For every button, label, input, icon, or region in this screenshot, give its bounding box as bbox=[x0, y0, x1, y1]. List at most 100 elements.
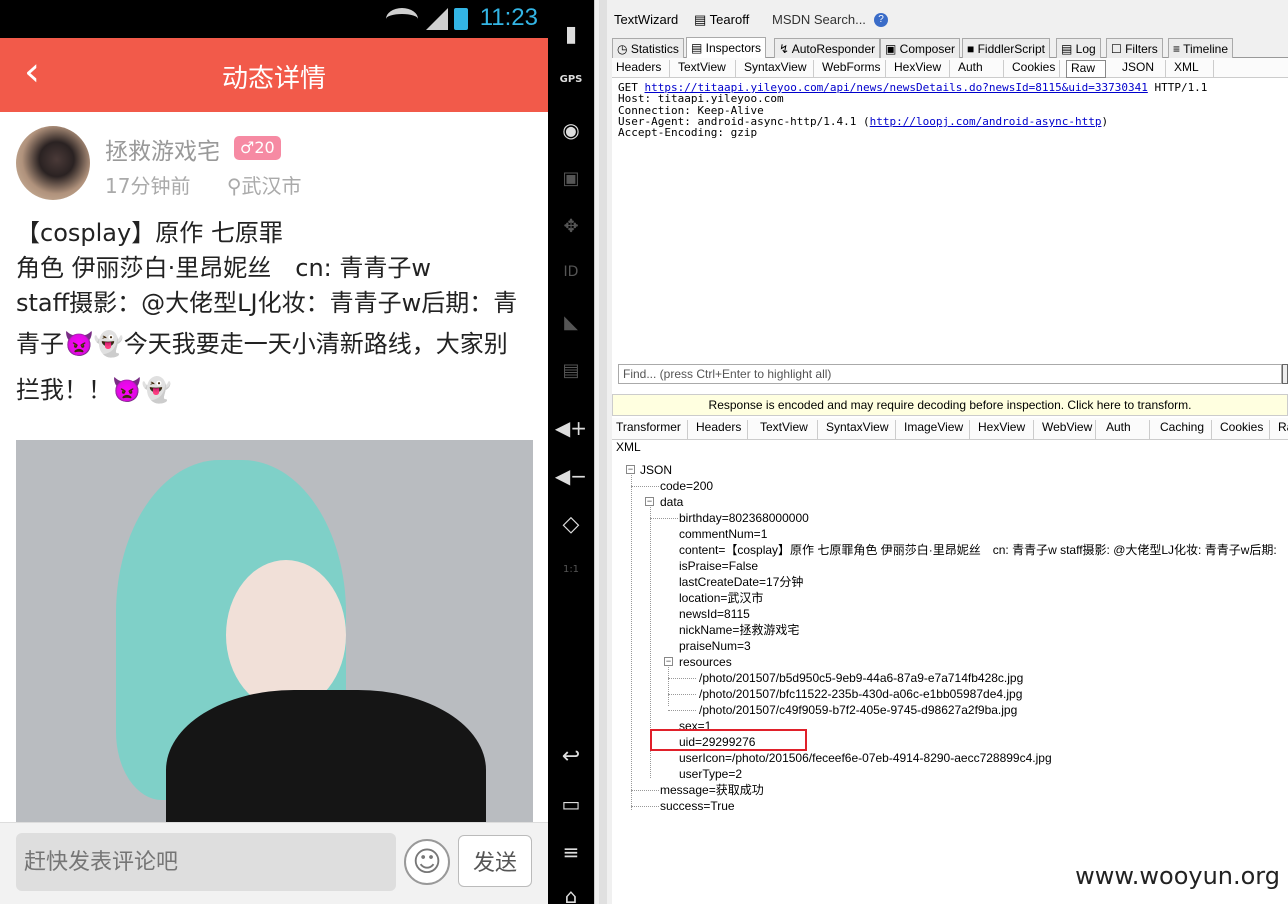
req-tab-auth[interactable]: Auth bbox=[954, 60, 1004, 78]
raw-user-agent-link[interactable]: http://loopj.com/android-async-http bbox=[870, 115, 1102, 128]
author-nickname[interactable]: 拯救游戏宅 bbox=[105, 132, 220, 166]
tab-inspectors[interactable]: ▤ Inspectors bbox=[686, 37, 767, 58]
resp-tab-caching[interactable]: Caching bbox=[1156, 420, 1212, 440]
tab-fiddlerscript[interactable]: ■ FiddlerScript bbox=[962, 38, 1050, 58]
resp-tab-syntaxview[interactable]: SyntaxView bbox=[822, 420, 896, 440]
resp-tab-auth[interactable]: Auth bbox=[1102, 420, 1150, 440]
camera-icon[interactable]: ◉ bbox=[548, 118, 594, 142]
req-tab-cookies[interactable]: Cookies bbox=[1008, 60, 1060, 78]
req-tab-hexview[interactable]: HexView bbox=[890, 60, 950, 78]
collapse-icon[interactable]: − bbox=[664, 657, 673, 666]
resp-tab-headers[interactable]: Headers bbox=[692, 420, 748, 440]
scrollbar[interactable] bbox=[594, 0, 612, 904]
back-icon[interactable]: ↩ bbox=[548, 744, 594, 769]
dpad-icon[interactable]: ✥ bbox=[548, 216, 594, 237]
req-tab-xml[interactable]: XML bbox=[1170, 60, 1214, 78]
level-badge: ♂20 bbox=[234, 136, 281, 160]
decode-notice[interactable]: Response is encoded and may require deco… bbox=[612, 394, 1288, 416]
content-line: 角色 伊丽莎白·里昂妮丝 cn: 青青子w bbox=[16, 254, 432, 282]
scale-button[interactable]: 1:1 bbox=[548, 564, 594, 575]
tree-connector bbox=[668, 694, 696, 695]
resp-tab-cookies[interactable]: Cookies bbox=[1216, 420, 1270, 440]
uid-highlight-box bbox=[650, 729, 807, 751]
content-line: 【cosplay】原作 七原罪 bbox=[16, 219, 283, 247]
find-button[interactable] bbox=[1282, 364, 1288, 384]
tree-node-success[interactable]: success=True bbox=[660, 799, 735, 813]
tearoff-button[interactable]: ▤ Tearoff bbox=[694, 12, 749, 28]
collapse-icon[interactable]: − bbox=[626, 465, 635, 474]
clapper-icon[interactable]: ▣ bbox=[548, 168, 594, 189]
tab-composer[interactable]: ▣ Composer bbox=[880, 38, 961, 58]
tree-node-ispraise[interactable]: isPraise=False bbox=[679, 559, 758, 573]
checkbox-icon: ☐ bbox=[1111, 42, 1126, 56]
post-content: 【cosplay】原作 七原罪 角色 伊丽莎白·里昂妮丝 cn: 青青子w st… bbox=[0, 208, 548, 413]
req-tab-raw[interactable]: Raw bbox=[1066, 60, 1106, 78]
phone-screen: 11:23 ‹ 动态详情 拯救游戏宅 ♂20 17分钟前 ⚲武汉市 【cospl… bbox=[0, 0, 548, 904]
req-tab-webforms[interactable]: WebForms bbox=[818, 60, 886, 78]
tree-node-location[interactable]: location=武汉市 bbox=[679, 591, 763, 605]
collapse-icon[interactable]: − bbox=[645, 497, 654, 506]
tree-node-resource[interactable]: /photo/201507/bfc11522-235b-430d-a06c-e1… bbox=[699, 687, 1022, 701]
tree-node-data[interactable]: data bbox=[660, 495, 683, 509]
help-icon[interactable]: ? bbox=[874, 13, 888, 27]
resp-tab-hexview[interactable]: HexView bbox=[974, 420, 1034, 440]
rss-icon[interactable]: ◣ bbox=[548, 312, 594, 333]
resp-tab-imageview[interactable]: ImageView bbox=[900, 420, 970, 440]
resp-tab-transformer[interactable]: Transformer bbox=[612, 420, 688, 440]
tab-log[interactable]: ▤ Log bbox=[1056, 38, 1101, 58]
scrollbar-track[interactable] bbox=[599, 0, 607, 904]
tree-node-nickname[interactable]: nickName=拯救游戏宅 bbox=[679, 623, 799, 637]
tab-autoresponder[interactable]: ↯ AutoResponder bbox=[774, 38, 881, 58]
menu-icon[interactable]: ≡ bbox=[548, 840, 594, 864]
raw-request-text[interactable]: GET https://titaapi.yileyoo.com/api/news… bbox=[618, 82, 1286, 362]
tab-statistics[interactable]: ◷ Statistics bbox=[612, 38, 684, 58]
tree-node-code[interactable]: code=200 bbox=[660, 479, 713, 493]
emoji-icon[interactable]: ☺ bbox=[404, 839, 450, 885]
send-button[interactable]: 发送 bbox=[458, 835, 532, 887]
tree-node-praisenum[interactable]: praiseNum=3 bbox=[679, 639, 751, 653]
tab-filters[interactable]: ☐ Filters bbox=[1106, 38, 1163, 58]
tree-node-newsid[interactable]: newsId=8115 bbox=[679, 607, 750, 621]
gps-button[interactable]: GPS bbox=[548, 74, 594, 85]
recents-icon[interactable]: ▭ bbox=[548, 792, 594, 816]
req-tab-syntaxview[interactable]: SyntaxView bbox=[740, 60, 814, 78]
rotate-icon[interactable]: ◇ bbox=[548, 512, 594, 537]
tree-node-usericon[interactable]: userIcon=/photo/201506/feceef6e-07eb-491… bbox=[679, 751, 1052, 765]
find-input[interactable]: Find... (press Ctrl+Enter to highlight a… bbox=[618, 364, 1282, 384]
id-button[interactable]: ID bbox=[548, 264, 594, 280]
tree-node-commentnum[interactable]: commentNum=1 bbox=[679, 527, 767, 541]
req-tab-json[interactable]: JSON bbox=[1118, 60, 1166, 78]
tab-timeline[interactable]: ≡ Timeline bbox=[1168, 38, 1234, 58]
tree-node-birthday[interactable]: birthday=802368000000 bbox=[679, 511, 809, 525]
tree-node-resources[interactable]: resources bbox=[679, 655, 732, 669]
sms-icon[interactable]: ▤ bbox=[548, 360, 594, 381]
script-icon: ■ bbox=[967, 42, 978, 56]
tree-node-usertype[interactable]: userType=2 bbox=[679, 767, 742, 781]
post-photo[interactable] bbox=[16, 440, 533, 825]
volume-up-icon[interactable]: ◀+ bbox=[548, 416, 594, 440]
comment-input[interactable] bbox=[16, 833, 396, 891]
tab-label: Timeline bbox=[1183, 42, 1229, 56]
photo-body bbox=[166, 690, 486, 825]
avatar[interactable] bbox=[16, 126, 90, 200]
home-icon[interactable]: ⌂ bbox=[548, 884, 594, 908]
tree-node-message[interactable]: message=获取成功 bbox=[660, 783, 764, 797]
tree-node-resource[interactable]: /photo/201507/c49f9059-b7f2-405e-9745-d9… bbox=[699, 703, 1017, 717]
tree-node-lastcreatedate[interactable]: lastCreateDate=17分钟 bbox=[679, 575, 803, 589]
battery-icon[interactable]: ▮ bbox=[548, 22, 594, 47]
resp-tab-raw[interactable]: Ra bbox=[1274, 420, 1288, 440]
tree-node-content[interactable]: content=【cosplay】原作 七原罪角色 伊丽莎白·里昂妮丝 cn: … bbox=[679, 543, 1277, 557]
volume-down-icon[interactable]: ◀− bbox=[548, 464, 594, 488]
fiddler-toolbar: TextWizard ▤ Tearoff MSDN Search... ? bbox=[612, 0, 1288, 36]
tree-node-resource[interactable]: /photo/201507/b5d950c5-9eb9-44a6-87a9-e7… bbox=[699, 671, 1023, 685]
resp-tab-textview[interactable]: TextView bbox=[756, 420, 818, 440]
req-tab-textview[interactable]: TextView bbox=[674, 60, 736, 78]
req-tab-headers[interactable]: Headers bbox=[612, 60, 670, 78]
msdn-search-input[interactable]: MSDN Search... bbox=[772, 12, 866, 27]
tree-connector bbox=[631, 470, 632, 810]
json-tree[interactable]: − JSON code=200 − data birthday=80236800… bbox=[622, 462, 1288, 902]
tree-node-json[interactable]: JSON bbox=[640, 463, 672, 477]
resp-tab-webview[interactable]: WebView bbox=[1038, 420, 1096, 440]
resp-tab-xml[interactable]: XML bbox=[616, 440, 641, 454]
textwizard-button[interactable]: TextWizard bbox=[614, 12, 678, 27]
